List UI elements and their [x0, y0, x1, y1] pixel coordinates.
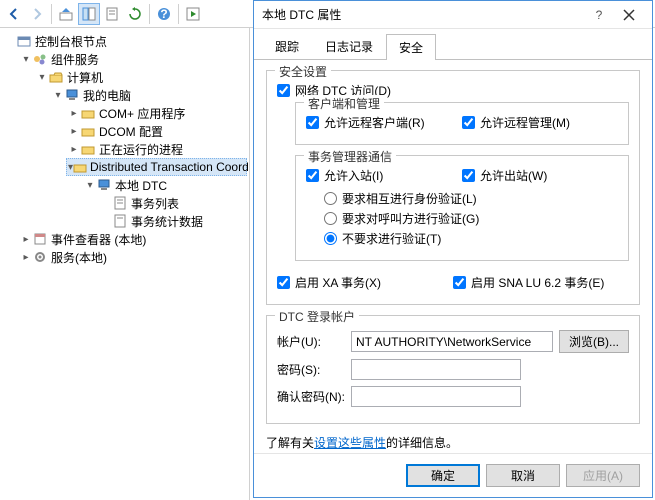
checkbox-label: 允许入站(I): [324, 167, 383, 184]
close-button[interactable]: [614, 4, 644, 26]
confirm-password-field[interactable]: [351, 386, 521, 407]
radio-label: 要求对呼叫方进行验证(G): [342, 210, 479, 227]
allow-outbound-checkbox[interactable]: 允许出站(W): [462, 167, 618, 184]
group-legend: DTC 登录帐户: [275, 308, 359, 325]
tree-label: 本地 DTC: [115, 177, 167, 194]
tree-dcom[interactable]: ▸DCOM 配置: [66, 122, 247, 140]
tree-running[interactable]: ▸正在运行的进程: [66, 140, 247, 158]
up-icon[interactable]: [55, 3, 77, 25]
security-settings-group: 安全设置 网络 DTC 访问(D) 客户端和管理 允许远程客户端(R) 允许远程…: [266, 70, 640, 305]
tree-txstats[interactable]: 事务统计数据: [98, 212, 247, 230]
confirm-password-label: 确认密码(N):: [277, 388, 345, 405]
tree-label: 正在运行的进程: [99, 141, 183, 158]
tm-comm-group: 事务管理器通信 允许入站(I) 允许出站(W) 要求相互进行身份验证(L) 要求…: [295, 155, 629, 261]
allow-remote-admin-checkbox[interactable]: 允许远程管理(M): [462, 114, 618, 131]
tab-security[interactable]: 安全: [386, 34, 436, 60]
radio-label: 不要求进行验证(T): [342, 230, 441, 247]
tree-root[interactable]: 控制台根节点: [2, 32, 247, 50]
tree-dtc[interactable]: ▾Distributed Transaction Coordinator: [66, 158, 247, 176]
properties-icon[interactable]: [101, 3, 123, 25]
checkbox-label: 允许远程管理(M): [480, 114, 570, 131]
group-legend: 事务管理器通信: [304, 148, 396, 165]
tree-label: 计算机: [67, 69, 103, 86]
mutual-auth-radio[interactable]: 要求相互进行身份验证(L): [324, 190, 618, 207]
tree-txlist[interactable]: 事务列表: [98, 194, 247, 212]
group-legend: 客户端和管理: [304, 95, 384, 112]
enable-xa-checkbox[interactable]: 启用 XA 事务(X): [277, 274, 453, 291]
allow-inbound-checkbox[interactable]: 允许入站(I): [306, 167, 462, 184]
tree-label: Distributed Transaction Coordinator: [90, 160, 250, 174]
tree-label: 服务(本地): [51, 249, 107, 266]
tree-event-viewer[interactable]: ▸事件查看器 (本地): [18, 230, 247, 248]
tree-my-computer[interactable]: ▾我的电脑: [50, 86, 247, 104]
info-link[interactable]: 设置这些属性: [314, 436, 386, 450]
checkbox-label: 启用 SNA LU 6.2 事务(E): [471, 274, 604, 291]
ok-button[interactable]: 确定: [406, 464, 480, 487]
tree-computers[interactable]: ▾计算机: [34, 68, 247, 86]
refresh-icon[interactable]: [124, 3, 146, 25]
tab-log[interactable]: 日志记录: [312, 33, 386, 59]
password-field[interactable]: [351, 359, 521, 380]
dialog-buttons: 确定 取消 应用(A): [254, 453, 652, 497]
info-text: 了解有关设置这些属性的详细信息。: [266, 434, 640, 451]
tree-pane: 控制台根节点 ▾组件服务 ▾计算机 ▾我的电脑: [0, 28, 250, 500]
radio-label: 要求相互进行身份验证(L): [342, 190, 477, 207]
checkbox-label: 启用 XA 事务(X): [295, 274, 381, 291]
tree-root-label: 控制台根节点: [35, 33, 107, 50]
back-button[interactable]: [3, 3, 25, 25]
checkbox-label: 允许远程客户端(R): [324, 114, 425, 131]
svg-text:?: ?: [160, 7, 167, 21]
tree-services[interactable]: ▸服务(本地): [18, 248, 247, 266]
caller-auth-radio[interactable]: 要求对呼叫方进行验证(G): [324, 210, 618, 227]
view-icon[interactable]: [78, 3, 100, 25]
account-label: 帐户(U):: [277, 333, 345, 350]
tree-label: 事件查看器 (本地): [51, 231, 146, 248]
tree-local-dtc[interactable]: ▾本地 DTC: [82, 176, 247, 194]
client-admin-group: 客户端和管理 允许远程客户端(R) 允许远程管理(M): [295, 102, 629, 145]
properties-dialog: 本地 DTC 属性 ? 跟踪 日志记录 安全 安全设置 网络 DTC 访问(D)…: [253, 0, 653, 498]
no-auth-radio[interactable]: 不要求进行验证(T): [324, 230, 618, 247]
tab-trace[interactable]: 跟踪: [262, 33, 312, 59]
play-icon[interactable]: [182, 3, 204, 25]
tree-label: COM+ 应用程序: [99, 105, 185, 122]
checkbox-label: 允许出站(W): [480, 167, 547, 184]
help-icon[interactable]: ?: [153, 3, 175, 25]
tree-label: DCOM 配置: [99, 123, 163, 140]
browse-button[interactable]: 浏览(B)...: [559, 330, 629, 353]
allow-remote-client-checkbox[interactable]: 允许远程客户端(R): [306, 114, 462, 131]
tree-label: 组件服务: [51, 51, 99, 68]
apply-button[interactable]: 应用(A): [566, 464, 640, 487]
account-field[interactable]: [351, 331, 553, 352]
forward-button[interactable]: [26, 3, 48, 25]
tab-bar: 跟踪 日志记录 安全: [254, 29, 652, 60]
tree-component-services[interactable]: ▾组件服务: [18, 50, 247, 68]
enable-sna-checkbox[interactable]: 启用 SNA LU 6.2 事务(E): [453, 274, 629, 291]
password-label: 密码(S):: [277, 361, 345, 378]
group-legend: 安全设置: [275, 63, 331, 80]
tree-complus[interactable]: ▸COM+ 应用程序: [66, 104, 247, 122]
info-prefix: 了解有关: [266, 436, 314, 450]
logon-account-group: DTC 登录帐户 帐户(U): 浏览(B)... 密码(S): 确认密码(N):: [266, 315, 640, 424]
tree-label: 事务统计数据: [131, 213, 203, 230]
help-button[interactable]: ?: [584, 4, 614, 26]
tree-label: 我的电脑: [83, 87, 131, 104]
tree-label: 事务列表: [131, 195, 179, 212]
dialog-titlebar: 本地 DTC 属性 ?: [254, 1, 652, 29]
cancel-button[interactable]: 取消: [486, 464, 560, 487]
dialog-title: 本地 DTC 属性: [262, 6, 584, 23]
info-suffix: 的详细信息。: [386, 436, 458, 450]
